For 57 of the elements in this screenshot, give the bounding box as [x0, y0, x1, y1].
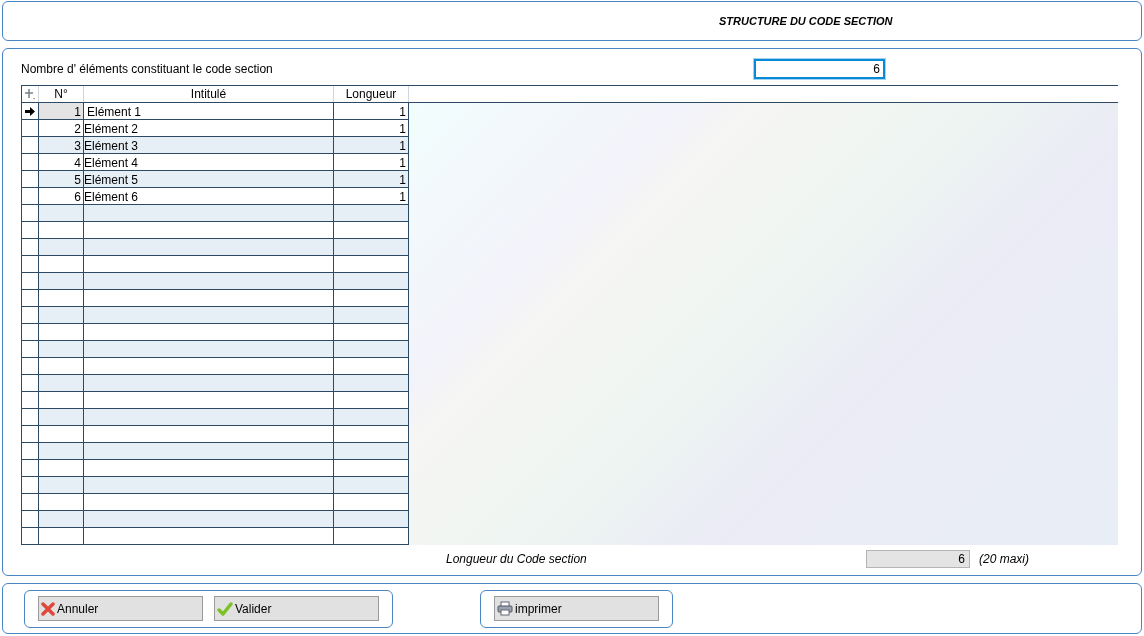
- empty-table-row[interactable]: [22, 528, 409, 545]
- table-cell: 2: [39, 120, 84, 136]
- table-cell: Elément 3: [84, 137, 334, 153]
- total-field: 6: [866, 550, 970, 568]
- empty-table-row[interactable]: [22, 443, 409, 460]
- empty-table-row[interactable]: [22, 511, 409, 528]
- empty-table-row[interactable]: [22, 290, 409, 307]
- row-selector[interactable]: [22, 137, 39, 153]
- action-button[interactable]: Valider: [214, 596, 379, 621]
- empty-table-row[interactable]: [22, 494, 409, 511]
- row-selector[interactable]: [22, 103, 39, 119]
- empty-table-row[interactable]: [22, 392, 409, 409]
- max-note: (20 maxi): [979, 551, 1029, 568]
- add-row-icon[interactable]: [24, 88, 36, 100]
- action-button[interactable]: imprimer: [494, 596, 659, 621]
- table-cell: Elément 2: [84, 120, 334, 136]
- printer-icon: [497, 601, 513, 616]
- empty-table-row[interactable]: [22, 205, 409, 222]
- action-button[interactable]: Annuler: [38, 596, 203, 621]
- empty-table-row[interactable]: [22, 375, 409, 392]
- table-row[interactable]: 4 Elément 4 1: [22, 154, 409, 171]
- empty-table-row[interactable]: [22, 426, 409, 443]
- empty-table-row[interactable]: [22, 477, 409, 494]
- table-row[interactable]: 5 Elément 5 1: [22, 171, 409, 188]
- empty-table-row[interactable]: [22, 239, 409, 256]
- row-selector[interactable]: [22, 171, 39, 187]
- page-title: STRUCTURE DU CODE SECTION: [719, 13, 893, 29]
- table-cell: 5: [39, 171, 84, 187]
- arrow-icon: [25, 106, 35, 116]
- empty-table-row[interactable]: [22, 341, 409, 358]
- table-cell: Elément 4: [84, 154, 334, 170]
- table-cell: Elément 1: [84, 103, 334, 119]
- table-cell: 4: [39, 154, 84, 170]
- table-row[interactable]: 2 Elément 2 1: [22, 120, 409, 137]
- empty-table-row[interactable]: [22, 222, 409, 239]
- checkmark-icon: [217, 601, 233, 616]
- empty-table-row[interactable]: [22, 460, 409, 477]
- table-cell: 1: [39, 103, 84, 119]
- table-row[interactable]: 6 Elément 6 1: [22, 188, 409, 205]
- table-cell: Elément 5: [84, 171, 334, 187]
- table-cell: Elément 6: [84, 188, 334, 204]
- total-label: Longueur du Code section: [446, 551, 588, 568]
- column-header[interactable]: N°: [39, 86, 84, 102]
- empty-table-row[interactable]: [22, 324, 409, 341]
- column-header[interactable]: Intitulé: [84, 86, 334, 102]
- empty-table-row[interactable]: [22, 409, 409, 426]
- table-cell: 3: [39, 137, 84, 153]
- cross-icon: [41, 601, 55, 616]
- count-field[interactable]: 6: [754, 59, 885, 79]
- empty-table-row[interactable]: [22, 307, 409, 324]
- empty-table-row[interactable]: [22, 256, 409, 273]
- empty-table-row[interactable]: [22, 273, 409, 290]
- count-label: Nombre d' éléments constituant le code section: [21, 61, 274, 78]
- table-row[interactable]: 1 Elément 1 1: [22, 103, 409, 120]
- table-cell: 6: [39, 188, 84, 204]
- empty-table-row[interactable]: [22, 358, 409, 375]
- table-row[interactable]: 3 Elément 3 1: [22, 137, 409, 154]
